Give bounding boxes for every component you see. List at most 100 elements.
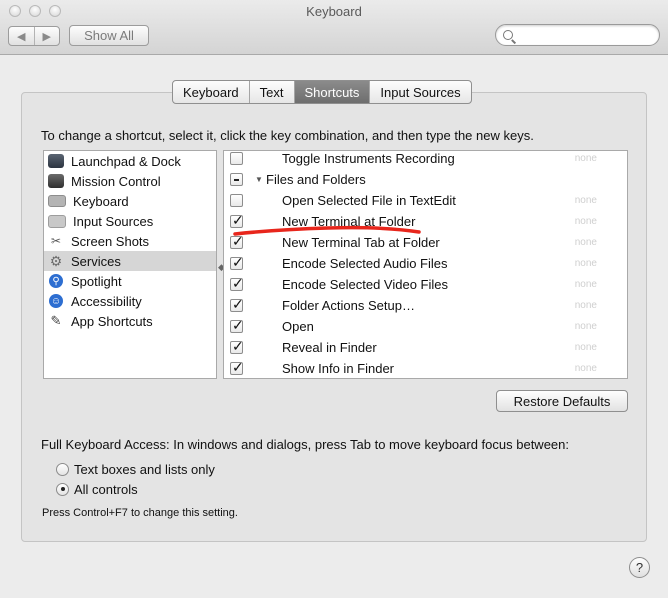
shortcut-label: Folder Actions Setup… — [282, 298, 415, 313]
category-screen-shots[interactable]: ✂ Screen Shots — [44, 231, 216, 251]
tab-text[interactable]: Text — [248, 81, 294, 103]
category-label: Input Sources — [73, 213, 154, 229]
launchpad-icon — [48, 154, 64, 168]
shortcut-checkbox[interactable]: ✓ — [230, 338, 244, 354]
tab-bar: Keyboard Text Shortcuts Input Sources — [172, 80, 472, 104]
checkmark-icon: ✓ — [232, 254, 244, 270]
shortcut-row[interactable]: ✓ Show Info in Finder none — [224, 358, 627, 378]
category-keyboard[interactable]: Keyboard — [44, 191, 216, 211]
shortcut-key[interactable]: none — [575, 342, 597, 353]
show-all-button[interactable]: Show All — [69, 25, 149, 46]
shortcut-key[interactable]: none — [575, 258, 597, 269]
tab-shortcuts[interactable]: Shortcuts — [293, 81, 370, 103]
restore-defaults-button[interactable]: Restore Defaults — [496, 390, 628, 412]
shortcut-checkbox[interactable]: ✓ — [230, 254, 244, 270]
radio-button[interactable] — [56, 462, 69, 476]
shortcut-checkbox[interactable]: ✓ — [230, 317, 244, 333]
shortcut-key[interactable]: none — [575, 300, 597, 311]
shortcut-checkbox[interactable]: ✓ — [230, 275, 244, 291]
back-forward-control: ◀ ▶ — [8, 26, 60, 46]
search-input[interactable] — [518, 27, 657, 45]
category-label: Services — [71, 253, 121, 269]
shortcut-key[interactable]: none — [575, 237, 597, 248]
full-keyboard-access-label: Full Keyboard Access: In windows and dia… — [41, 437, 569, 452]
shortcut-checkbox[interactable] — [230, 152, 243, 165]
shortcut-label: Open Selected File in TextEdit — [282, 193, 456, 208]
shortcut-label: Show Info in Finder — [282, 361, 395, 376]
tab-keyboard[interactable]: Keyboard — [173, 81, 249, 103]
mission-control-icon — [48, 174, 64, 188]
shortcut-key[interactable]: none — [575, 363, 597, 374]
checkmark-icon: ✓ — [232, 317, 244, 333]
shortcut-row[interactable]: ✓ Encode Selected Audio Files none — [224, 253, 627, 274]
radio-text-boxes-only[interactable]: Text boxes and lists only — [56, 460, 215, 478]
forward-icon[interactable]: ▶ — [33, 27, 60, 45]
shortcut-key[interactable]: none — [575, 216, 597, 227]
shortcut-label: Open — [282, 319, 314, 334]
shortcut-label: Toggle Instruments Recording — [282, 151, 455, 166]
radio-all-controls[interactable]: All controls — [56, 480, 138, 498]
category-spotlight[interactable]: ⚲ Spotlight — [44, 271, 216, 291]
category-services[interactable]: ⚙ Services — [44, 251, 216, 271]
input-sources-icon — [48, 214, 66, 228]
disclosure-triangle-icon[interactable]: ▼ — [255, 175, 263, 184]
control-f7-hint: Press Control+F7 to change this setting. — [42, 507, 238, 519]
window-titlebar: Keyboard ◀ ▶ Show All — [0, 0, 668, 55]
shortcut-row[interactable]: ✓ Reveal in Finder none — [224, 337, 627, 358]
radio-label: All controls — [74, 481, 138, 497]
shortcut-checkbox[interactable]: ✓ — [230, 359, 244, 375]
shortcut-row[interactable]: ✓ Open none — [224, 316, 627, 337]
category-launchpad-dock[interactable]: Launchpad & Dock — [44, 151, 216, 171]
shortcut-list: Toggle Instruments Recording none ▼ File… — [223, 150, 628, 379]
category-label: Keyboard — [73, 193, 129, 209]
checkmark-icon: ✓ — [232, 338, 244, 354]
category-label: Mission Control — [71, 173, 161, 189]
tab-input-sources[interactable]: Input Sources — [369, 81, 470, 103]
shortcut-row[interactable]: Toggle Instruments Recording none — [224, 151, 627, 169]
category-input-sources[interactable]: Input Sources — [44, 211, 216, 231]
shortcut-row[interactable]: ✓ Encode Selected Video Files none — [224, 274, 627, 295]
category-label: Accessibility — [71, 293, 142, 309]
shortcut-label: Reveal in Finder — [282, 340, 377, 355]
category-list: Launchpad & Dock Mission Control Keyboar… — [43, 150, 217, 379]
shortcut-checkbox[interactable] — [230, 194, 243, 207]
radio-label: Text boxes and lists only — [74, 461, 215, 477]
app-shortcuts-icon: ✎ — [50, 313, 62, 328]
shortcut-checkbox[interactable]: ✓ — [230, 296, 244, 312]
group-checkbox[interactable] — [230, 173, 243, 186]
gear-icon: ⚙ — [49, 252, 63, 269]
window-title: Keyboard — [306, 4, 362, 19]
shortcut-label: Encode Selected Video Files — [282, 277, 448, 292]
annotation-stroke — [233, 225, 421, 236]
back-icon[interactable]: ◀ — [9, 27, 34, 45]
shortcut-key[interactable]: none — [575, 321, 597, 332]
checkmark-icon: ✓ — [232, 275, 244, 291]
help-button[interactable]: ? — [629, 557, 650, 578]
shortcut-key[interactable]: none — [575, 279, 597, 290]
shortcut-key[interactable]: none — [575, 153, 597, 164]
shortcut-row[interactable]: ✓ Folder Actions Setup… none — [224, 295, 627, 316]
category-accessibility[interactable]: ☺ Accessibility — [44, 291, 216, 311]
search-icon — [503, 30, 513, 40]
instructions-text: To change a shortcut, select it, click t… — [41, 128, 534, 143]
category-label: Launchpad & Dock — [71, 153, 181, 169]
shortcut-group-row[interactable]: ▼ Files and Folders — [224, 169, 627, 190]
checkmark-icon: ✓ — [232, 296, 244, 312]
red-underline-annotation — [233, 225, 421, 236]
screenshot-icon: ✂ — [50, 234, 62, 248]
search-field[interactable] — [495, 24, 660, 46]
category-mission-control[interactable]: Mission Control — [44, 171, 216, 191]
radio-button[interactable] — [56, 482, 69, 496]
accessibility-icon: ☺ — [49, 294, 63, 308]
checkmark-icon: ✓ — [232, 359, 244, 375]
category-app-shortcuts[interactable]: ✎ App Shortcuts — [44, 311, 216, 331]
shortcut-label: Encode Selected Audio Files — [282, 256, 448, 271]
category-label: Screen Shots — [71, 233, 150, 249]
shortcut-key[interactable]: none — [575, 195, 597, 206]
shortcut-row[interactable]: Open Selected File in TextEdit none — [224, 190, 627, 211]
keyboard-icon — [48, 195, 66, 207]
category-label: App Shortcuts — [71, 313, 153, 329]
category-label: Spotlight — [71, 273, 122, 289]
spotlight-icon: ⚲ — [49, 274, 63, 288]
group-label: Files and Folders — [266, 172, 366, 187]
